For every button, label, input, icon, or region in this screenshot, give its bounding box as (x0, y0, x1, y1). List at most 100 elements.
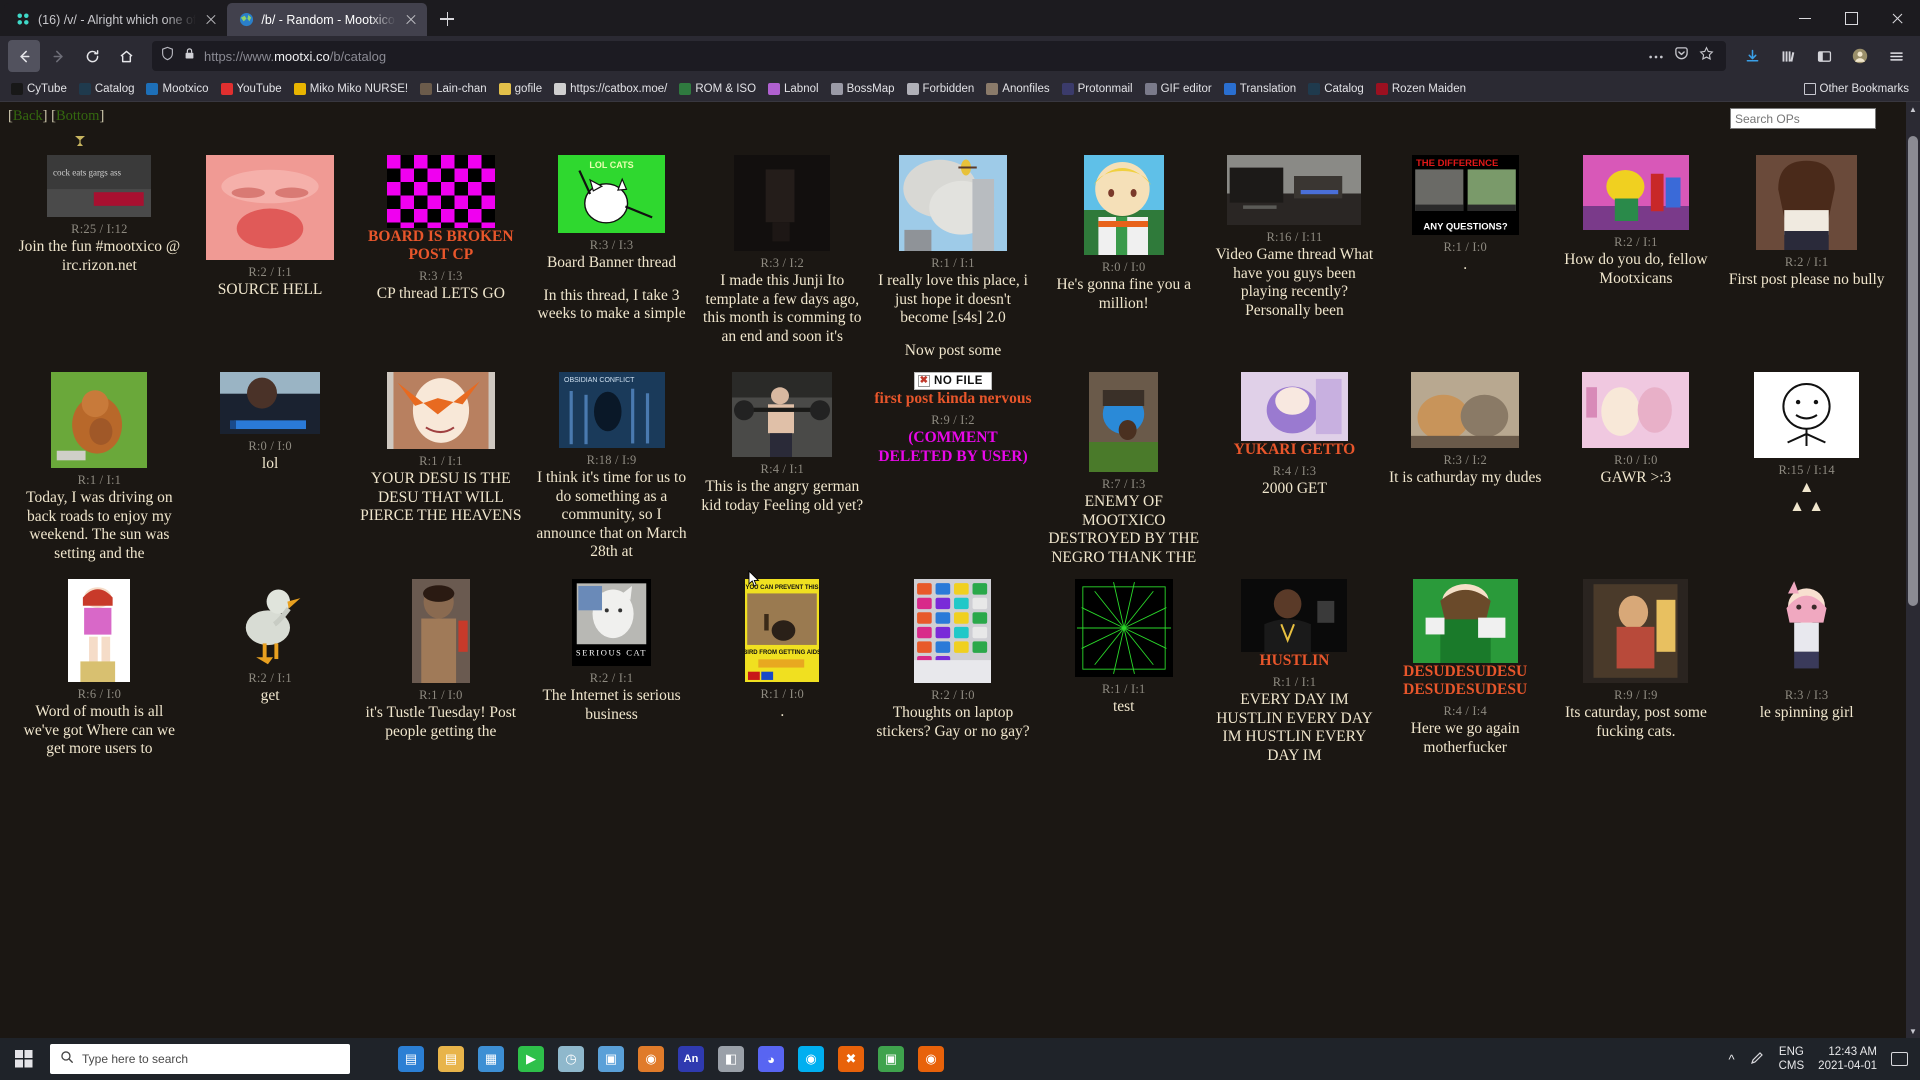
discord-icon[interactable]: ◕ (758, 1046, 784, 1072)
thread-thumbnail-image[interactable] (732, 372, 833, 457)
thread-thumbnail-wrapper[interactable]: cock eats gargs ass (18, 155, 181, 217)
thread-thumbnail-wrapper[interactable] (1725, 372, 1888, 458)
window-close-button[interactable] (1874, 0, 1920, 36)
thread-thumbnail-image[interactable] (1411, 372, 1520, 448)
catalog-thread-cell[interactable]: ✖ NO FILE first post kinda nervous R:9 / I:… (870, 368, 1037, 474)
animate-icon[interactable]: An (678, 1046, 704, 1072)
scroll-up-arrow-icon[interactable]: ▲ (1906, 102, 1920, 116)
catalog-thread-cell[interactable]: R:15 / I:14 ▲ ▲ ▲ (1723, 368, 1890, 524)
bookmark-youtube[interactable]: YouTube (216, 81, 287, 97)
thread-thumbnail-image[interactable] (206, 155, 335, 260)
thread-thumbnail-wrapper[interactable] (189, 579, 352, 666)
catalog-thread-cell[interactable]: R:9 / I:9 Its caturday, post some fucking… (1553, 575, 1720, 749)
thread-thumbnail-image[interactable] (1083, 155, 1164, 255)
thread-thumbnail-wrapper[interactable] (1555, 579, 1718, 683)
thread-thumbnail-wrapper[interactable] (872, 155, 1035, 251)
account-button[interactable] (1844, 40, 1876, 72)
save-to-pocket-icon[interactable] (1674, 46, 1689, 66)
catalog-thread-cell[interactable]: SERIOUS CAT R:2 / I:1 The Internet is seri… (528, 575, 695, 732)
thread-thumbnail-image[interactable] (1241, 579, 1348, 652)
bookmark-protonmail[interactable]: Protonmail (1057, 81, 1138, 97)
thread-thumbnail-image[interactable] (237, 579, 303, 666)
catalog-thread-cell[interactable]: R:2 / I:1 SOURCE HELL (187, 151, 354, 308)
sidebar-button[interactable] (1808, 40, 1840, 72)
taskbar-search-field[interactable]: Type here to search (50, 1044, 350, 1074)
pen-icon[interactable] (1749, 1050, 1765, 1069)
catalog-thread-cell[interactable]: YUKARI GETTO R:4 / I:3 2000 GET (1211, 368, 1378, 507)
vlc-icon[interactable]: ✖ (838, 1046, 864, 1072)
bookmark-forbidden[interactable]: Forbidden (902, 81, 980, 97)
thread-thumbnail-image[interactable] (386, 372, 495, 449)
bookmark-mootxico[interactable]: Mootxico (141, 81, 213, 97)
thread-thumbnail-image[interactable]: OBSIDIAN CONFLICT (558, 372, 665, 448)
thread-thumbnail-wrapper[interactable] (1725, 155, 1888, 250)
catalog-thread-cell[interactable]: R:2 / I:1 How do you do, fellow Mootxican… (1553, 151, 1720, 296)
thread-thumbnail-wrapper[interactable]: ✖ NO FILE (872, 372, 1035, 390)
thread-thumbnail-wrapper[interactable] (189, 155, 352, 260)
minimize-button[interactable] (1782, 0, 1828, 36)
bookmark-gofile[interactable]: gofile (494, 81, 548, 97)
address-bar[interactable]: https://www.mootxi.co/b/catalog (152, 41, 1726, 71)
file-explorer-icon[interactable]: ▤ (438, 1046, 464, 1072)
catalog-thread-cell[interactable]: R:0 / I:0 He's gonna fine you a million! (1040, 151, 1207, 321)
clock[interactable]: 12:43 AM 2021-04-01 (1818, 1045, 1877, 1073)
firefox-icon[interactable]: ◉ (918, 1046, 944, 1072)
thread-thumbnail-image[interactable] (1754, 372, 1860, 458)
catalog-thread-cell[interactable]: HUSTLIN R:1 / I:1 EVERY DAY IM HUSTLIN EVE… (1211, 575, 1378, 773)
skype-icon[interactable]: ◉ (798, 1046, 824, 1072)
thread-thumbnail-wrapper[interactable] (359, 579, 522, 683)
other-bookmarks-folder[interactable]: Other Bookmarks (1799, 81, 1914, 97)
terminal-icon[interactable]: ▣ (878, 1046, 904, 1072)
start-button[interactable] (0, 1038, 48, 1080)
catalog-thread-cell[interactable]: R:1 / I:1 Today, I was driving on back ro… (16, 368, 183, 571)
bookmark-anonfiles[interactable]: Anonfiles (981, 81, 1054, 97)
thread-thumbnail-wrapper[interactable] (359, 155, 522, 228)
thread-thumbnail-image[interactable] (1240, 372, 1348, 441)
thread-thumbnail-image[interactable] (1768, 579, 1846, 683)
thread-thumbnail-image[interactable] (1074, 579, 1173, 677)
thread-thumbnail-wrapper[interactable]: YOU CAN PREVENT THIS BIRD FROM GETTING AI… (701, 579, 864, 682)
close-icon[interactable] (403, 12, 419, 28)
blender-icon[interactable]: ◉ (638, 1046, 664, 1072)
thread-thumbnail-wrapper[interactable] (1042, 155, 1205, 255)
thread-thumbnail-wrapper[interactable] (1213, 155, 1376, 225)
maximize-button[interactable] (1828, 0, 1874, 36)
notes-icon[interactable]: ◧ (718, 1046, 744, 1072)
thread-thumbnail-image[interactable] (734, 155, 831, 251)
thread-thumbnail-wrapper[interactable] (872, 579, 1035, 683)
catalog-thread-cell[interactable]: R:1 / I:1 I really love this place, i jus… (870, 151, 1037, 368)
thread-thumbnail-image[interactable] (51, 372, 148, 468)
back-link[interactable]: Back (13, 108, 43, 124)
thread-thumbnail-wrapper[interactable] (1213, 372, 1376, 441)
more-actions-icon[interactable] (1648, 47, 1664, 65)
lock-icon[interactable] (183, 47, 196, 65)
catalog-thread-cell[interactable]: OBSIDIAN CONFLICT R:18 / I:9 I think it's … (528, 368, 695, 570)
catalog-thread-cell[interactable]: R:0 / I:0 GAWR >:3 (1553, 368, 1720, 496)
thread-thumbnail-image[interactable] (386, 155, 495, 228)
catalog-thread-cell[interactable]: R:3 / I:2 It is cathurday my dudes (1382, 368, 1549, 496)
catalog-thread-cell[interactable]: R:1 / I:0 it's Tustle Tuesday! Post peopl… (357, 575, 524, 749)
bookmark-catalog[interactable]: Catalog (1303, 81, 1369, 97)
thread-thumbnail-image[interactable] (1582, 372, 1690, 448)
thread-thumbnail-wrapper[interactable] (18, 372, 181, 468)
catalog-thread-cell[interactable]: R:16 / I:11 Video Game thread What have y… (1211, 151, 1378, 328)
clock-app-icon[interactable]: ◷ (558, 1046, 584, 1072)
thread-thumbnail-image[interactable]: SERIOUS CAT (572, 579, 652, 666)
thread-thumbnail-image[interactable]: THE DIFFERENCE ANY QUESTIONS? (1411, 155, 1519, 235)
show-hidden-icons-chevron-icon[interactable]: ^ (1729, 1052, 1735, 1067)
scroll-down-arrow-icon[interactable]: ▼ (1906, 1024, 1920, 1038)
thread-thumbnail-wrapper[interactable]: OBSIDIAN CONFLICT (530, 372, 693, 448)
bottom-link[interactable]: Bottom (56, 108, 100, 124)
bookmark-gif-editor[interactable]: GIF editor (1140, 81, 1217, 97)
bookmark-catalog[interactable]: Catalog (74, 81, 140, 97)
catalog-thread-cell[interactable]: LOL CATS R:3 / I:3 Board Banner thread In t… (528, 151, 695, 332)
thread-thumbnail-image[interactable] (1582, 155, 1689, 230)
catalog-thread-cell[interactable]: R:6 / I:0 Word of mouth is all we've got … (16, 575, 183, 767)
catalog-thread-cell[interactable]: cock eats gargs ass R:25 / I:12 Join the f… (16, 151, 183, 283)
thread-thumbnail-wrapper[interactable] (1555, 155, 1718, 230)
catalog-thread-cell[interactable]: R:1 / I:1 YOUR DESU IS THE DESU THAT WILL… (357, 368, 524, 534)
catalog-thread-cell[interactable]: BOARD IS BROKEN POST CP R:3 / I:3 CP threa… (357, 151, 524, 312)
catalog-thread-cell[interactable]: YOU CAN PREVENT THIS BIRD FROM GETTING AI… (699, 575, 866, 730)
page-scrollbar[interactable]: ▲ ▼ (1906, 102, 1920, 1038)
library-button[interactable] (1772, 40, 1804, 72)
